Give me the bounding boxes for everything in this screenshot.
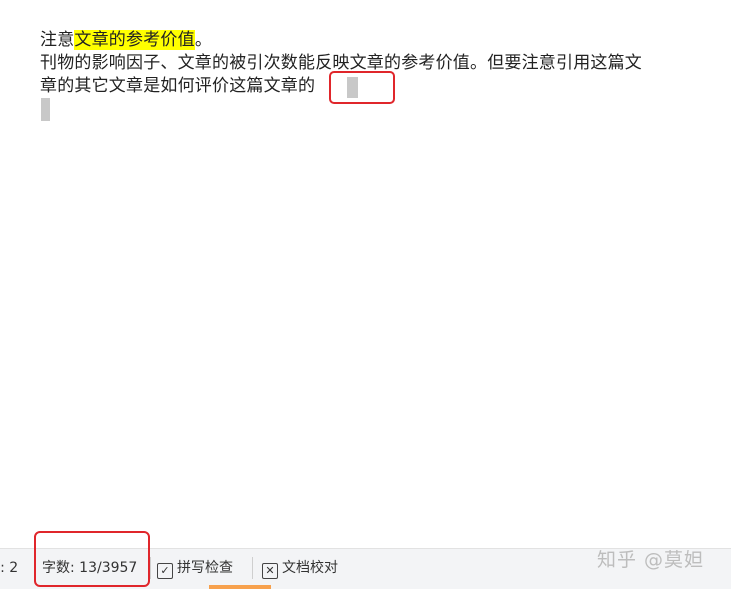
line1-prefix: 注意 — [40, 30, 75, 50]
proofread-label: 文档校对 — [282, 560, 338, 576]
document-page[interactable]: 注意文章的参考价值。 刊物的影响因子、文章的被引次数能反映文章的参考价值。但要注… — [0, 0, 731, 548]
active-indicator-bar — [209, 585, 271, 589]
spell-check-button[interactable]: ✓ 拼写检查 — [157, 558, 233, 579]
close-box-icon: ✕ — [262, 563, 278, 579]
paragraph-line-3: 章的其它文章是如何评价这篇文章的 — [40, 76, 316, 96]
highlighted-text: 文章的参考价值 — [74, 30, 195, 50]
status-divider — [150, 557, 151, 579]
annotation-highlight-box — [329, 71, 395, 104]
paragraph-line-1: 注意文章的参考价值。 — [40, 29, 212, 51]
page-number-indicator[interactable]: I: 2 — [0, 558, 18, 578]
proofread-button[interactable]: ✕ 文档校对 — [262, 558, 338, 579]
line1-suffix: 。 — [194, 30, 213, 50]
watermark-text: 知乎 @莫妲 — [597, 549, 705, 571]
spell-check-label: 拼写检查 — [177, 560, 233, 576]
text-cursor-block[interactable] — [41, 98, 50, 121]
checkbox-check-icon: ✓ — [157, 563, 173, 579]
word-count-annotation-box — [34, 531, 150, 587]
status-divider — [252, 557, 253, 579]
